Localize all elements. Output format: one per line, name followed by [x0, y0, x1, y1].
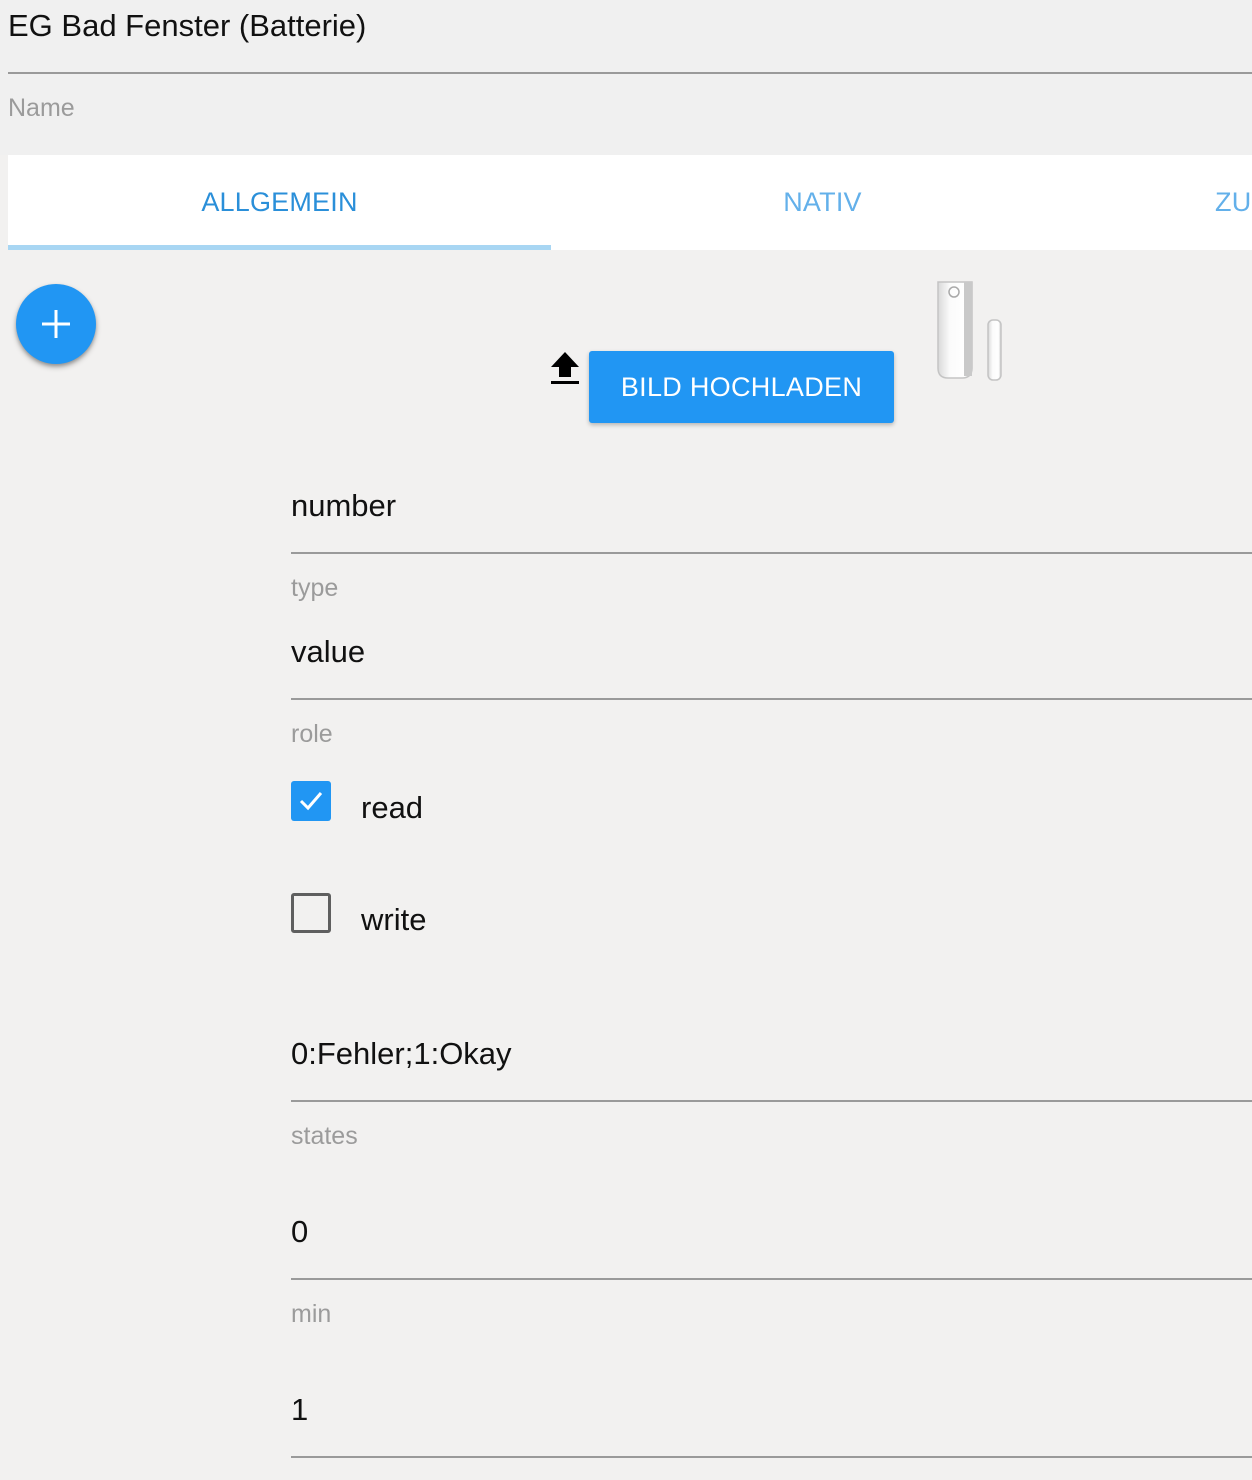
role-label: role [291, 720, 333, 748]
read-label: read [361, 790, 424, 825]
tab-zu[interactable]: ZU [1215, 155, 1252, 250]
plus-icon [42, 310, 70, 338]
role-input[interactable]: value [291, 632, 365, 672]
states-underline [291, 1100, 1252, 1102]
tab-bar: ALLGEMEIN NATIV ZU [8, 155, 1252, 250]
upload-image-button[interactable]: BILD HOCHLADEN [589, 351, 894, 423]
type-label: type [291, 574, 339, 602]
type-input[interactable]: number [291, 486, 396, 526]
add-button[interactable] [16, 284, 96, 364]
max-input[interactable]: 1 [291, 1390, 308, 1430]
checkmark-icon [299, 792, 323, 811]
write-checkbox[interactable] [291, 893, 331, 933]
object-name-underline [8, 72, 1252, 74]
min-input[interactable]: 0 [291, 1212, 308, 1252]
upload-icon[interactable] [549, 350, 581, 386]
states-input[interactable]: 0:Fehler;1:Okay [291, 1034, 512, 1074]
device-image [937, 281, 1002, 381]
read-checkbox[interactable] [291, 781, 331, 821]
min-underline [291, 1278, 1252, 1280]
min-label: min [291, 1300, 332, 1328]
write-label: write [361, 902, 427, 937]
role-underline [291, 698, 1252, 700]
tab-nativ[interactable]: NATIV [551, 155, 1094, 250]
type-underline [291, 552, 1252, 554]
tab-allgemein[interactable]: ALLGEMEIN [8, 155, 551, 250]
max-underline [291, 1456, 1252, 1458]
object-name-input[interactable]: EG Bad Fenster (Batterie) [8, 6, 366, 46]
tab-active-indicator [8, 245, 551, 250]
states-label: states [291, 1122, 358, 1150]
object-name-label: Name [8, 94, 75, 122]
